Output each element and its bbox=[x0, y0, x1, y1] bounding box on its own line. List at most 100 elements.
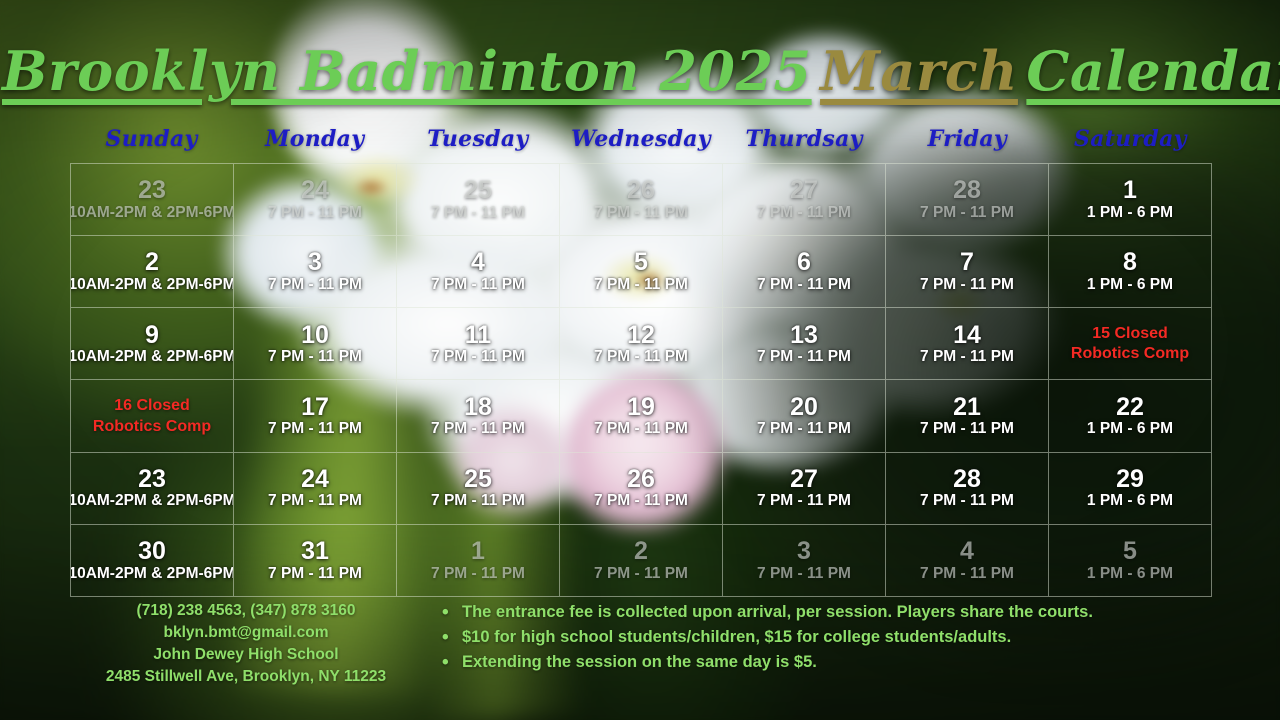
day-cell-28[interactable]: 28 7 PM - 11 PM bbox=[886, 452, 1049, 525]
day-cell-12[interactable]: 12 7 PM - 11 PM bbox=[560, 308, 723, 381]
day-cell-26[interactable]: 26 7 PM - 11 PM bbox=[560, 452, 723, 525]
day-cell-23[interactable]: 23 10AM-2PM & 2PM-6PM bbox=[71, 164, 234, 237]
closed-label-line2: Robotics Comp bbox=[1070, 345, 1190, 363]
day-cell-17[interactable]: 17 7 PM - 11 PM bbox=[234, 380, 397, 453]
day-cell-13[interactable]: 13 7 PM - 11 PM bbox=[723, 308, 886, 381]
footer-note-item: Extending the session on the same day is… bbox=[440, 649, 1230, 678]
day-number: 1 bbox=[1123, 176, 1137, 205]
day-cell-30[interactable]: 30 10AM-2PM & 2PM-6PM bbox=[71, 524, 234, 597]
footer-note-item: $10 for high school students/children, $… bbox=[440, 624, 1230, 653]
day-cell-3[interactable]: 37 PM - 11 PM bbox=[723, 524, 886, 597]
calendar-grid: 23 10AM-2PM & 2PM-6PM 24 7 PM - 11 PM 25 7 PM… bbox=[70, 163, 1212, 597]
day-hours: 7 PM - 11 PM bbox=[268, 275, 362, 293]
day-hours: 7 PM - 11 PM bbox=[594, 348, 688, 366]
footer-contact-block: (718) 238 4563, (347) 878 3160 bklyn.bmt@… bbox=[70, 600, 422, 688]
day-cell-28[interactable]: 28 7 PM - 11 PM bbox=[886, 164, 1049, 237]
day-cell-7[interactable]: 77 PM - 11 PM bbox=[886, 236, 1049, 309]
day-cell-4[interactable]: 47 PM - 11 PM bbox=[397, 236, 560, 309]
venue-name[interactable]: John Dewey High School bbox=[70, 644, 422, 666]
weekday-header-monday: Monday bbox=[265, 126, 365, 152]
day-cell-26[interactable]: 26 7 PM - 11 PM bbox=[560, 164, 723, 237]
day-hours: 7 PM - 11 PM bbox=[757, 348, 851, 366]
closed-label-line2: Robotics Comp bbox=[92, 417, 212, 435]
day-cell-29[interactable]: 29 1 PM - 6 PM bbox=[1049, 452, 1212, 525]
day-cell-22[interactable]: 22 1 PM - 6 PM bbox=[1049, 380, 1212, 453]
day-cell-24[interactable]: 24 7 PM - 11 PM bbox=[234, 452, 397, 525]
day-cell-1[interactable]: 11 PM - 6 PM bbox=[1049, 164, 1212, 237]
day-hours: 7 PM - 11 PM bbox=[431, 492, 525, 510]
day-number: 10 bbox=[301, 320, 329, 349]
day-cell-2[interactable]: 27 PM - 11 PM bbox=[560, 524, 723, 597]
title-part-suffix: Calendar bbox=[1026, 39, 1280, 103]
day-cell-27[interactable]: 27 7 PM - 11 PM bbox=[723, 452, 886, 525]
day-hours: 1 PM - 6 PM bbox=[1086, 492, 1174, 510]
day-number: 24 bbox=[301, 176, 329, 205]
day-number: 28 bbox=[953, 176, 981, 205]
day-cell-27[interactable]: 27 7 PM - 11 PM bbox=[723, 164, 886, 237]
weekday-header-saturday: Saturday bbox=[1074, 126, 1187, 152]
weekday-header-sunday: Sunday bbox=[105, 126, 198, 152]
day-hours: 7 PM - 11 PM bbox=[431, 564, 525, 582]
day-number: 9 bbox=[145, 320, 159, 349]
day-number: 5 bbox=[634, 248, 648, 277]
day-hours: 7 PM - 11 PM bbox=[920, 275, 1014, 293]
day-cell-23[interactable]: 23 10AM-2PM & 2PM-6PM bbox=[71, 452, 234, 525]
day-number: 20 bbox=[790, 392, 818, 421]
day-cell-11[interactable]: 11 7 PM - 11 PM bbox=[397, 308, 560, 381]
day-number: 26 bbox=[627, 176, 655, 205]
day-number: 2 bbox=[634, 537, 648, 566]
day-cell-closed[interactable]: 16 Closed Robotics Comp bbox=[71, 380, 234, 453]
closed-label-line1: 15 Closed bbox=[1092, 324, 1168, 342]
day-cell-19[interactable]: 19 7 PM - 11 PM bbox=[560, 380, 723, 453]
day-number: 5 bbox=[1123, 537, 1137, 566]
day-number: 6 bbox=[797, 248, 811, 277]
day-hours: 10AM-2PM & 2PM-6PM bbox=[71, 564, 234, 582]
day-number: 4 bbox=[471, 248, 485, 277]
day-hours: 7 PM - 11 PM bbox=[431, 348, 525, 366]
day-cell-18[interactable]: 18 7 PM - 11 PM bbox=[397, 380, 560, 453]
day-number: 27 bbox=[790, 176, 818, 205]
day-number: 25 bbox=[464, 176, 492, 205]
weekday-header-row: Sunday Monday Tuesday Wednesday Thurdsay Frid… bbox=[70, 126, 1212, 152]
email-address[interactable]: bklyn.bmt@gmail.com bbox=[70, 622, 422, 644]
day-cell-14[interactable]: 14 7 PM - 11 PM bbox=[886, 308, 1049, 381]
day-cell-25[interactable]: 25 7 PM - 11 PM bbox=[397, 452, 560, 525]
day-cell-6[interactable]: 67 PM - 11 PM bbox=[723, 236, 886, 309]
day-number: 19 bbox=[627, 392, 655, 421]
day-cell-21[interactable]: 21 7 PM - 11 PM bbox=[886, 380, 1049, 453]
venue-address[interactable]: 2485 Stillwell Ave, Brooklyn, NY 11223 bbox=[70, 666, 422, 688]
day-cell-25[interactable]: 25 7 PM - 11 PM bbox=[397, 164, 560, 237]
day-hours: 7 PM - 11 PM bbox=[268, 203, 362, 221]
day-number: 4 bbox=[960, 537, 974, 566]
day-cell-9[interactable]: 9 10AM-2PM & 2PM-6PM bbox=[71, 308, 234, 381]
day-hours: 1 PM - 6 PM bbox=[1086, 564, 1174, 582]
day-cell-31[interactable]: 31 7 PM - 11 PM bbox=[234, 524, 397, 597]
day-hours: 1 PM - 6 PM bbox=[1086, 203, 1174, 221]
day-cell-3[interactable]: 37 PM - 11 PM bbox=[234, 236, 397, 309]
day-hours: 7 PM - 11 PM bbox=[757, 564, 851, 582]
day-cell-1[interactable]: 17 PM - 11 PM bbox=[397, 524, 560, 597]
day-cell-24[interactable]: 24 7 PM - 11 PM bbox=[234, 164, 397, 237]
day-hours: 7 PM - 11 PM bbox=[594, 564, 688, 582]
day-number: 3 bbox=[308, 248, 322, 277]
day-cell-8[interactable]: 81 PM - 6 PM bbox=[1049, 236, 1212, 309]
day-number: 24 bbox=[301, 464, 329, 493]
day-hours: 7 PM - 11 PM bbox=[920, 203, 1014, 221]
day-cell-5[interactable]: 57 PM - 11 PM bbox=[560, 236, 723, 309]
day-cell-20[interactable]: 20 7 PM - 11 PM bbox=[723, 380, 886, 453]
title-part-main: Brooklyn Badminton 2025 bbox=[2, 39, 812, 103]
page-title: Brooklyn Badminton 2025 March Calendar bbox=[0, 44, 1280, 98]
day-number: 8 bbox=[1123, 248, 1137, 277]
day-number: 29 bbox=[1116, 464, 1144, 493]
day-hours: 7 PM - 11 PM bbox=[594, 275, 688, 293]
day-cell-closed[interactable]: 15 Closed Robotics Comp bbox=[1049, 308, 1212, 381]
day-cell-5[interactable]: 51 PM - 6 PM bbox=[1049, 524, 1212, 597]
day-number: 26 bbox=[627, 464, 655, 493]
day-number: 23 bbox=[138, 464, 166, 493]
day-cell-2[interactable]: 2 10AM-2PM & 2PM-6PM bbox=[71, 236, 234, 309]
day-cell-10[interactable]: 10 7 PM - 11 PM bbox=[234, 308, 397, 381]
day-cell-4[interactable]: 47 PM - 11 PM bbox=[886, 524, 1049, 597]
phone-numbers[interactable]: (718) 238 4563, (347) 878 3160 bbox=[70, 600, 422, 622]
weekday-header-wednesday: Wednesday bbox=[571, 126, 711, 152]
day-number: 18 bbox=[464, 392, 492, 421]
